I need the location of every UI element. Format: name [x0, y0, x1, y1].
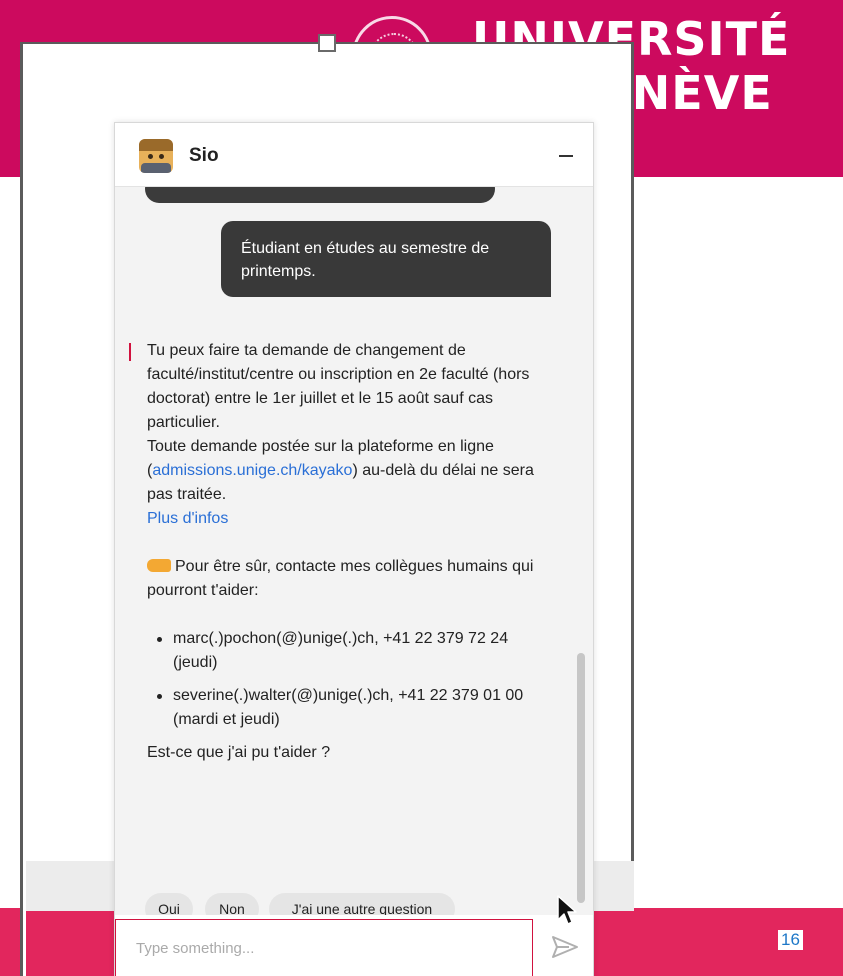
previous-user-bubble: [145, 187, 495, 203]
bot-name: Sio: [189, 145, 219, 166]
bot-message: Tu peux faire ta demande de changement d…: [129, 339, 549, 765]
pointing-hand-icon: [147, 559, 171, 572]
user-message-bubble: Étudiant en études au semestre de printe…: [221, 221, 551, 297]
minimize-icon[interactable]: [553, 139, 583, 169]
chat-scrollbar[interactable]: [577, 653, 585, 903]
slide-page-number: 16: [778, 930, 803, 950]
contact-text: severine(.)walter(@)unige(.)ch, +41 22 3…: [173, 687, 524, 728]
bot-avatar-icon: [139, 139, 173, 173]
quick-reply-other-question-button[interactable]: J'ai une autre question: [269, 893, 455, 915]
contact-item: marc(.)pochon(@)unige(.)ch, +41 22 379 7…: [147, 627, 549, 675]
quick-reply-non-button[interactable]: Non: [205, 893, 259, 915]
chatbot-widget: Sio Étudiant en études au semestre de pr…: [114, 122, 594, 976]
contact-item: severine(.)walter(@)unige(.)ch, +41 22 3…: [147, 684, 549, 732]
contact-list: marc(.)pochon(@)unige(.)ch, +41 22 379 7…: [147, 627, 549, 732]
quick-reply-oui-button[interactable]: Oui: [145, 893, 193, 915]
slide-stage: UNIVERSITÉ DE GENÈVE 16 Sio Étudiant en …: [0, 0, 843, 976]
contact-intro: Pour être sûr, contacte mes collègues hu…: [147, 555, 549, 603]
help-question: Est-ce que j'ai pu t'aider ?: [147, 744, 331, 761]
chat-messages: Étudiant en études au semestre de printe…: [115, 187, 593, 915]
contact-intro-text: Pour être sûr, contacte mes collègues hu…: [147, 558, 534, 599]
contact-text: marc(.)pochon(@)unige(.)ch, +41 22 379 7…: [173, 630, 509, 671]
bot-message-paragraph: Tu peux faire ta demande de changement d…: [147, 342, 530, 431]
user-message-text: Étudiant en études au semestre de printe…: [241, 240, 490, 280]
chat-input-area: [115, 915, 593, 976]
more-info-link[interactable]: Plus d'infos: [147, 510, 228, 527]
kayako-link[interactable]: admissions.unige.ch/kayako: [152, 462, 352, 479]
bot-message-paragraph-2: Toute demande postée sur la plateforme e…: [147, 435, 549, 507]
resize-handle-top[interactable]: [318, 34, 336, 52]
mouse-cursor-icon: [557, 895, 577, 925]
chat-header: Sio: [115, 123, 593, 187]
send-icon[interactable]: [549, 931, 581, 963]
bot-message-accent-bar: [129, 343, 131, 361]
chat-message-input[interactable]: [115, 919, 533, 976]
